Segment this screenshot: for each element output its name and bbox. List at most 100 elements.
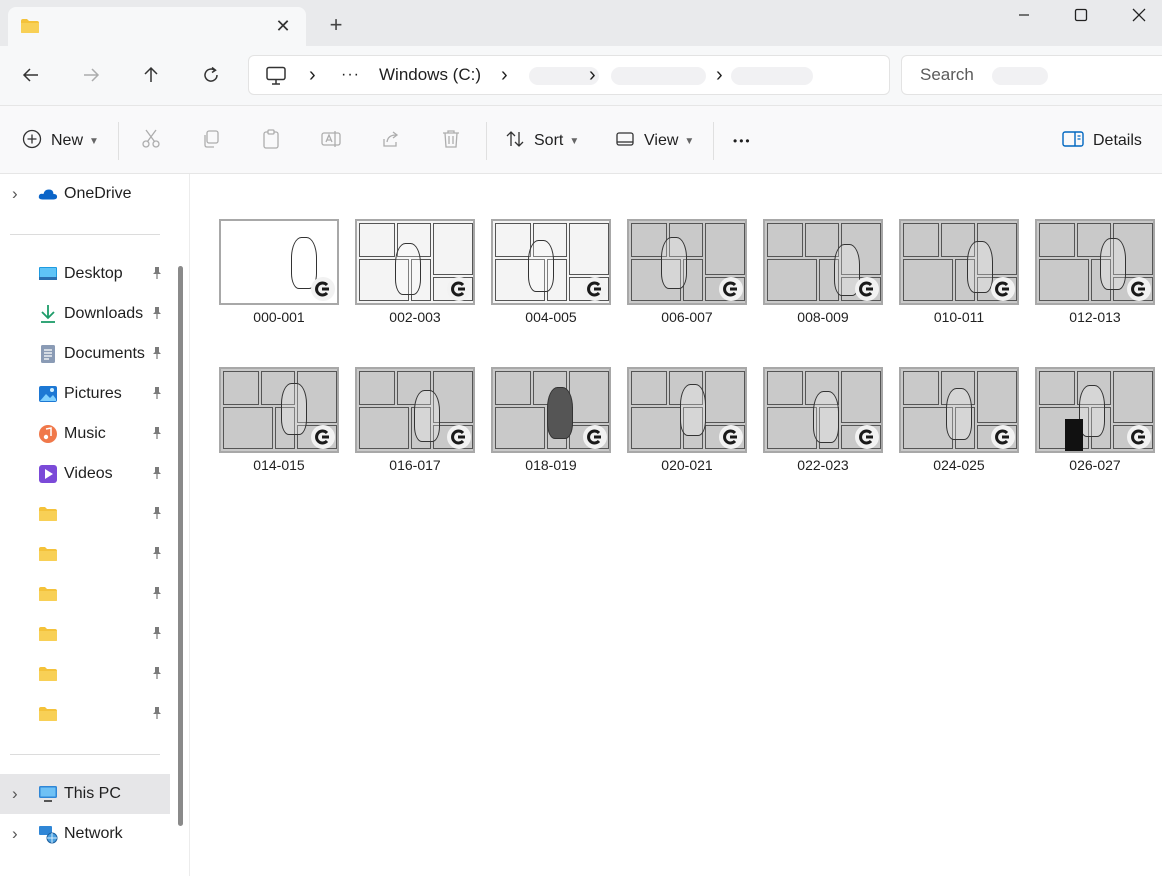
expand-chevron-icon[interactable]: ›	[12, 184, 18, 204]
file-thumbnail	[1035, 219, 1155, 305]
sidebar-item-documents[interactable]: Documents	[0, 334, 170, 374]
delete-button[interactable]	[441, 124, 461, 158]
file-thumbnail	[219, 367, 339, 453]
close-window-button[interactable]	[1116, 0, 1162, 30]
search-input[interactable]: Search	[920, 56, 974, 94]
pin-icon[interactable]	[151, 466, 163, 483]
sidebar-item-onedrive[interactable]: › OneDrive	[0, 174, 170, 214]
videos-icon	[38, 464, 58, 484]
pin-icon[interactable]	[151, 586, 163, 603]
sidebar-item-folder-8[interactable]	[0, 534, 170, 574]
minimize-button[interactable]	[1001, 0, 1047, 30]
file-item[interactable]: 024-025	[898, 367, 1020, 495]
sidebar-item-videos[interactable]: Videos	[0, 454, 170, 494]
sidebar-item-pictures[interactable]: Pictures	[0, 374, 170, 414]
pin-icon[interactable]	[151, 626, 163, 643]
rename-button[interactable]	[321, 124, 341, 158]
clip-studio-badge-icon	[719, 425, 743, 449]
details-pane-icon	[1062, 130, 1084, 153]
sidebar-scrollbar[interactable]	[178, 266, 183, 826]
file-item[interactable]: 018-019	[490, 367, 612, 495]
search-box[interactable]: Search	[901, 55, 1162, 95]
sort-label: Sort	[534, 132, 564, 149]
cut-button[interactable]	[141, 124, 161, 158]
file-thumbnail	[627, 367, 747, 453]
sidebar-item-this-pc[interactable]: › This PC	[0, 774, 170, 814]
share-button[interactable]	[381, 124, 401, 158]
redacted-breadcrumb[interactable]	[611, 67, 706, 85]
file-name: 024-025	[933, 457, 985, 473]
file-item[interactable]: 014-015	[218, 367, 340, 495]
pin-icon[interactable]	[151, 266, 163, 283]
copy-button[interactable]	[201, 124, 221, 158]
refresh-button[interactable]	[196, 62, 226, 88]
sort-button[interactable]: Sort ▼	[505, 124, 579, 158]
breadcrumb-separator[interactable]: ›	[309, 56, 316, 94]
trash-icon	[441, 129, 461, 154]
file-item[interactable]: 026-027	[1034, 367, 1156, 495]
clip-studio-badge-icon	[447, 425, 471, 449]
breadcrumb-drive[interactable]: Windows (C:)	[379, 56, 481, 94]
pin-icon[interactable]	[151, 546, 163, 563]
paste-button[interactable]	[261, 124, 281, 158]
file-item[interactable]: 016-017	[354, 367, 476, 495]
file-item[interactable]: 002-003	[354, 219, 476, 347]
new-button[interactable]: New ▼	[22, 124, 99, 158]
back-button[interactable]	[16, 62, 46, 88]
sidebar-item-label: Pictures	[64, 385, 122, 402]
divider	[486, 122, 487, 160]
pin-icon[interactable]	[151, 506, 163, 523]
navigation-pane: › OneDrive Desktop Downloads Documents Pict…	[0, 174, 190, 876]
clip-studio-badge-icon	[991, 277, 1015, 301]
file-item[interactable]: 022-023	[762, 367, 884, 495]
file-item[interactable]: 012-013	[1034, 219, 1156, 347]
sidebar-item-music[interactable]: Music	[0, 414, 170, 454]
file-item[interactable]: 010-011	[898, 219, 1020, 347]
rename-icon	[321, 129, 341, 154]
file-item[interactable]: 004-005	[490, 219, 612, 347]
breadcrumb-overflow-button[interactable]: ···	[341, 56, 360, 94]
sidebar-item-folder-7[interactable]	[0, 494, 170, 534]
tab-current-folder[interactable]: ✕	[8, 7, 306, 46]
file-item[interactable]: 008-009	[762, 219, 884, 347]
sidebar-item-folder-9[interactable]	[0, 574, 170, 614]
file-item[interactable]: 000-001	[218, 219, 340, 347]
new-tab-button[interactable]: +	[324, 14, 348, 38]
pin-icon[interactable]	[151, 346, 163, 363]
breadcrumb-separator[interactable]: ›	[716, 56, 723, 94]
more-options-button[interactable]: •••	[733, 124, 752, 158]
clip-studio-badge-icon	[583, 425, 607, 449]
forward-button[interactable]	[76, 62, 106, 88]
folder-icon	[20, 18, 40, 39]
sidebar-item-downloads[interactable]: Downloads	[0, 294, 170, 334]
pin-icon[interactable]	[151, 666, 163, 683]
sidebar-item-desktop[interactable]: Desktop	[0, 254, 170, 294]
file-name: 010-011	[933, 309, 985, 325]
maximize-button[interactable]	[1058, 0, 1104, 30]
sidebar-item-folder-10[interactable]	[0, 614, 170, 654]
divider	[713, 122, 714, 160]
pin-icon[interactable]	[151, 386, 163, 403]
sidebar-item-folder-12[interactable]	[0, 694, 170, 734]
view-button[interactable]: View ▼	[615, 124, 694, 158]
pin-icon[interactable]	[151, 306, 163, 323]
breadcrumb-separator[interactable]: ›	[589, 56, 596, 94]
sidebar-item-folder-11[interactable]	[0, 654, 170, 694]
expand-chevron-icon[interactable]: ›	[12, 824, 18, 844]
file-name: 000-001	[253, 309, 305, 325]
up-button[interactable]	[136, 62, 166, 88]
details-button[interactable]: Details	[1062, 124, 1142, 158]
sidebar-item-label: This PC	[64, 785, 121, 802]
pin-icon[interactable]	[151, 426, 163, 443]
copy-icon	[201, 129, 221, 154]
address-bar[interactable]: › ··· Windows (C:) › › ›	[248, 55, 890, 95]
breadcrumb-separator[interactable]: ›	[501, 56, 508, 94]
tab-close-button[interactable]: ✕	[272, 16, 294, 38]
file-item[interactable]: 006-007	[626, 219, 748, 347]
sidebar-item-network[interactable]: › Network	[0, 814, 170, 854]
pin-icon[interactable]	[151, 706, 163, 723]
expand-chevron-icon[interactable]: ›	[12, 784, 18, 804]
clipboard-icon	[261, 128, 281, 154]
file-item[interactable]: 020-021	[626, 367, 748, 495]
redacted-breadcrumb[interactable]	[731, 67, 813, 85]
